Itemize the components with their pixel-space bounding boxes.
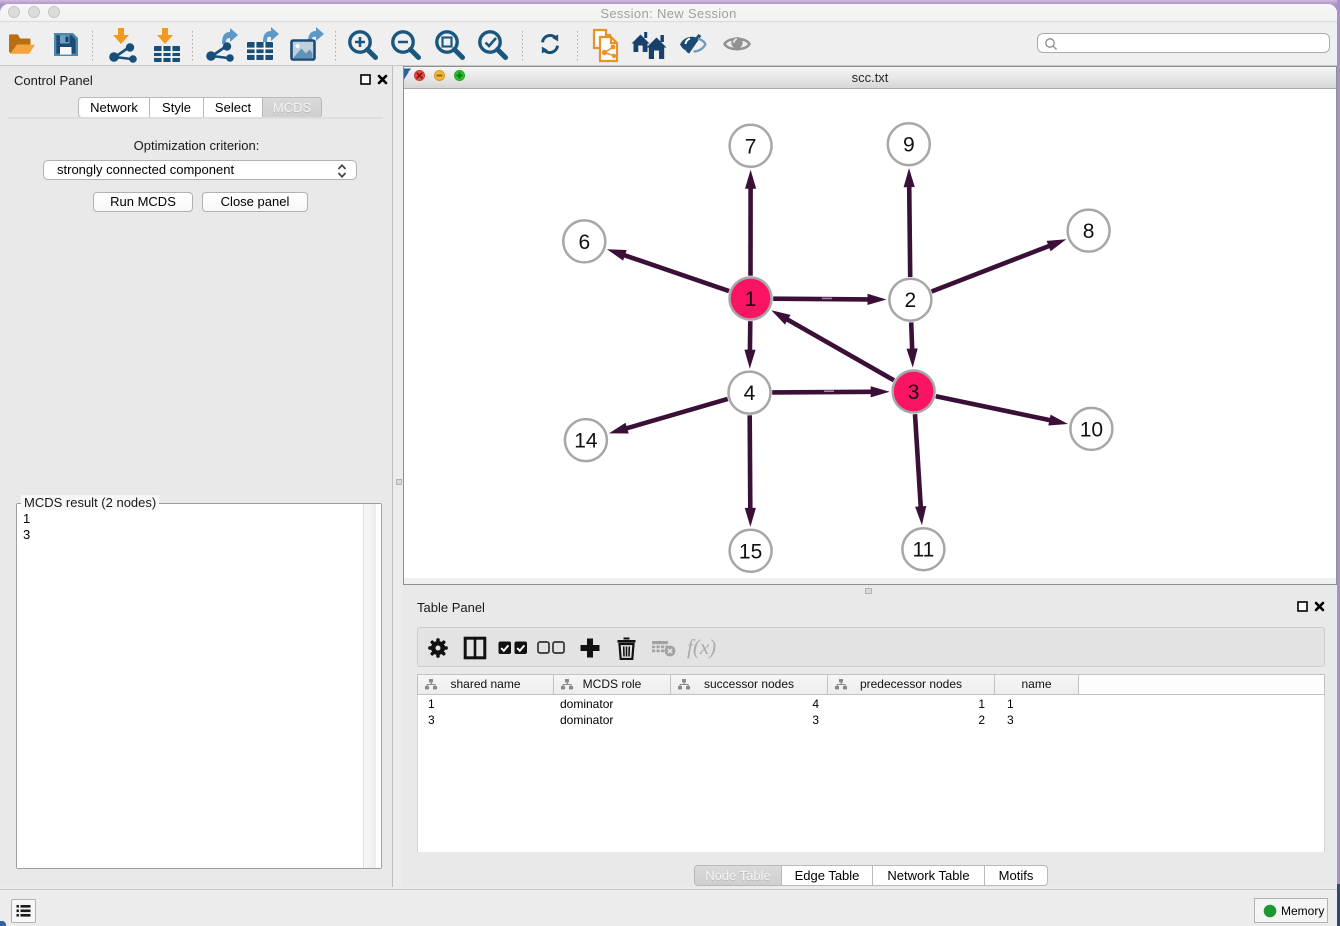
svg-text:6: 6 bbox=[578, 231, 590, 254]
svg-text:10: 10 bbox=[1080, 418, 1103, 441]
svg-text:1: 1 bbox=[745, 288, 757, 311]
svg-text:14: 14 bbox=[574, 430, 598, 453]
svg-text:7: 7 bbox=[745, 135, 757, 158]
svg-text:4: 4 bbox=[744, 382, 756, 405]
svg-text:2: 2 bbox=[905, 289, 917, 312]
svg-text:15: 15 bbox=[739, 540, 762, 563]
svg-text:8: 8 bbox=[1083, 220, 1095, 243]
svg-text:11: 11 bbox=[912, 539, 934, 562]
svg-text:3: 3 bbox=[908, 381, 920, 404]
svg-text:9: 9 bbox=[903, 134, 915, 157]
